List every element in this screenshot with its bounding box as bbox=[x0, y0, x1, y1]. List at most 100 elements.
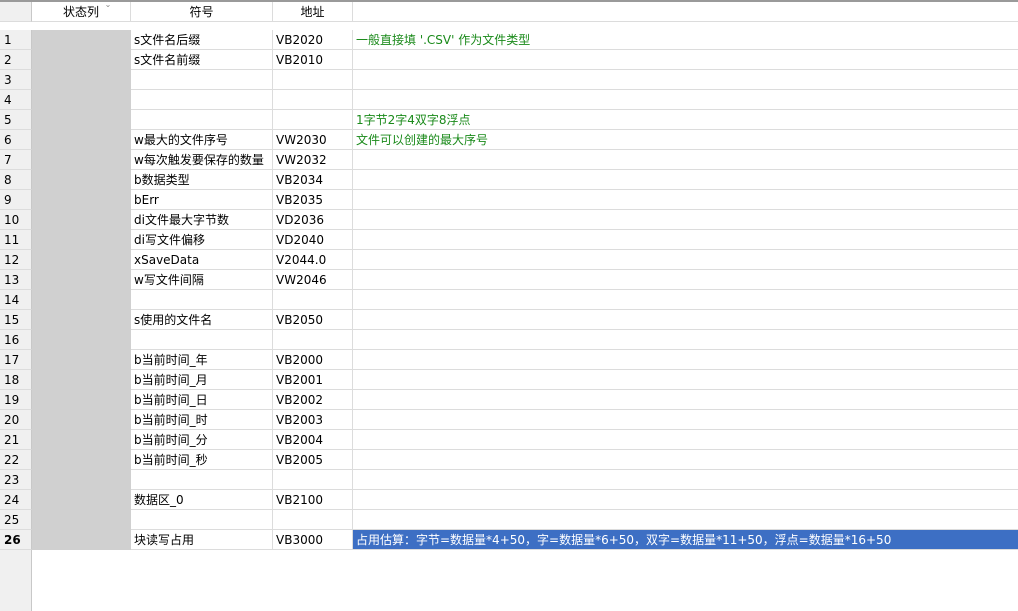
table-row[interactable]: 26 块读写占用 VB3000 占用估算：字节=数据量*4+50，字=数据量*6+50… bbox=[0, 530, 1018, 550]
symbol-cell[interactable] bbox=[131, 470, 273, 490]
address-cell[interactable]: V2044.0 bbox=[273, 250, 353, 270]
symbol-cell[interactable]: s使用的文件名 bbox=[131, 310, 273, 330]
row-number[interactable]: 11 bbox=[0, 230, 32, 250]
status-cell[interactable] bbox=[32, 70, 131, 90]
table-row[interactable]: 10 di文件最大字节数 VD2036 bbox=[0, 210, 1018, 230]
row-number[interactable]: 15 bbox=[0, 310, 32, 330]
comment-cell[interactable] bbox=[353, 310, 1018, 330]
status-cell[interactable] bbox=[32, 450, 131, 470]
symbol-cell[interactable]: di文件最大字节数 bbox=[131, 210, 273, 230]
symbol-cell[interactable]: di写文件偏移 bbox=[131, 230, 273, 250]
comment-cell[interactable]: 占用估算：字节=数据量*4+50，字=数据量*6+50，双字=数据量*11+50… bbox=[353, 530, 1018, 550]
row-number[interactable]: 10 bbox=[0, 210, 32, 230]
status-cell[interactable] bbox=[32, 350, 131, 370]
row-number[interactable]: 6 bbox=[0, 130, 32, 150]
comment-cell[interactable] bbox=[353, 270, 1018, 290]
status-cell[interactable] bbox=[32, 110, 131, 130]
row-number[interactable]: 14 bbox=[0, 290, 32, 310]
table-row[interactable]: 22 b当前时间_秒 VB2005 bbox=[0, 450, 1018, 470]
header-corner[interactable] bbox=[0, 2, 32, 22]
table-row[interactable]: 18 b当前时间_月 VB2001 bbox=[0, 370, 1018, 390]
row-number[interactable]: 26 bbox=[0, 530, 32, 550]
comment-cell[interactable] bbox=[353, 250, 1018, 270]
comment-cell[interactable] bbox=[353, 350, 1018, 370]
symbol-cell[interactable]: s文件名后缀 bbox=[131, 30, 273, 50]
address-cell[interactable]: VB2004 bbox=[273, 430, 353, 450]
address-cell[interactable]: VB2002 bbox=[273, 390, 353, 410]
symbol-cell[interactable] bbox=[131, 290, 273, 310]
row-number[interactable]: 8 bbox=[0, 170, 32, 190]
address-cell[interactable]: VB3000 bbox=[273, 530, 353, 550]
comment-cell[interactable] bbox=[353, 230, 1018, 250]
symbol-cell[interactable] bbox=[131, 90, 273, 110]
row-number[interactable]: 4 bbox=[0, 90, 32, 110]
row-number[interactable]: 22 bbox=[0, 450, 32, 470]
row-number[interactable]: 7 bbox=[0, 150, 32, 170]
status-cell[interactable] bbox=[32, 290, 131, 310]
symbol-cell[interactable]: s文件名前缀 bbox=[131, 50, 273, 70]
address-cell[interactable] bbox=[273, 90, 353, 110]
symbol-cell[interactable]: b数据类型 bbox=[131, 170, 273, 190]
header-symbol-column[interactable]: 符号 bbox=[131, 2, 273, 22]
row-number[interactable]: 9 bbox=[0, 190, 32, 210]
row-number[interactable]: 23 bbox=[0, 470, 32, 490]
symbol-cell[interactable]: b当前时间_日 bbox=[131, 390, 273, 410]
symbol-cell[interactable] bbox=[131, 110, 273, 130]
symbol-cell[interactable] bbox=[131, 510, 273, 530]
table-row[interactable]: 3 bbox=[0, 70, 1018, 90]
comment-cell[interactable] bbox=[353, 190, 1018, 210]
status-cell[interactable] bbox=[32, 150, 131, 170]
symbol-cell[interactable] bbox=[131, 330, 273, 350]
address-cell[interactable]: VW2032 bbox=[273, 150, 353, 170]
table-row[interactable]: 23 bbox=[0, 470, 1018, 490]
address-cell[interactable]: VB2100 bbox=[273, 490, 353, 510]
table-row[interactable]: 15 s使用的文件名 VB2050 bbox=[0, 310, 1018, 330]
table-row[interactable]: 5 1字节2字4双字8浮点 bbox=[0, 110, 1018, 130]
row-number[interactable]: 17 bbox=[0, 350, 32, 370]
comment-cell[interactable] bbox=[353, 170, 1018, 190]
table-row[interactable]: 20 b当前时间_时 VB2003 bbox=[0, 410, 1018, 430]
row-number[interactable]: 2 bbox=[0, 50, 32, 70]
address-cell[interactable]: VD2040 bbox=[273, 230, 353, 250]
symbol-cell[interactable]: xSaveData bbox=[131, 250, 273, 270]
status-cell[interactable] bbox=[32, 270, 131, 290]
table-row[interactable]: 21 b当前时间_分 VB2004 bbox=[0, 430, 1018, 450]
comment-cell[interactable] bbox=[353, 510, 1018, 530]
address-cell[interactable]: VB2035 bbox=[273, 190, 353, 210]
comment-cell[interactable]: 一般直接填 '.CSV' 作为文件类型 bbox=[353, 30, 1018, 50]
symbol-cell[interactable]: b当前时间_时 bbox=[131, 410, 273, 430]
comment-cell[interactable] bbox=[353, 430, 1018, 450]
status-cell[interactable] bbox=[32, 330, 131, 350]
symbol-cell[interactable]: 数据区_0 bbox=[131, 490, 273, 510]
comment-cell[interactable] bbox=[353, 50, 1018, 70]
address-cell[interactable]: VB2010 bbox=[273, 50, 353, 70]
address-cell[interactable]: VB2034 bbox=[273, 170, 353, 190]
comment-cell[interactable] bbox=[353, 330, 1018, 350]
status-cell[interactable] bbox=[32, 370, 131, 390]
table-row[interactable]: 7 w每次触发要保存的数量 VW2032 bbox=[0, 150, 1018, 170]
table-row[interactable]: 6 w最大的文件序号 VW2030 文件可以创建的最大序号 bbox=[0, 130, 1018, 150]
status-cell[interactable] bbox=[32, 510, 131, 530]
comment-cell[interactable] bbox=[353, 150, 1018, 170]
status-cell[interactable] bbox=[32, 170, 131, 190]
header-comment-column[interactable] bbox=[353, 2, 1018, 22]
status-cell[interactable] bbox=[32, 490, 131, 510]
row-number[interactable]: 25 bbox=[0, 510, 32, 530]
status-cell[interactable] bbox=[32, 210, 131, 230]
comment-cell[interactable] bbox=[353, 90, 1018, 110]
status-cell[interactable] bbox=[32, 390, 131, 410]
symbol-cell[interactable]: b当前时间_月 bbox=[131, 370, 273, 390]
comment-cell[interactable]: 1字节2字4双字8浮点 bbox=[353, 110, 1018, 130]
address-cell[interactable]: VW2030 bbox=[273, 130, 353, 150]
comment-cell[interactable] bbox=[353, 490, 1018, 510]
address-cell[interactable]: VB2000 bbox=[273, 350, 353, 370]
address-cell[interactable]: VB2050 bbox=[273, 310, 353, 330]
status-cell[interactable] bbox=[32, 250, 131, 270]
address-cell[interactable]: VD2036 bbox=[273, 210, 353, 230]
status-cell[interactable] bbox=[32, 530, 131, 550]
table-row[interactable]: 2 s文件名前缀 VB2010 bbox=[0, 50, 1018, 70]
status-cell[interactable] bbox=[32, 190, 131, 210]
symbol-cell[interactable]: w每次触发要保存的数量 bbox=[131, 150, 273, 170]
comment-cell[interactable] bbox=[353, 390, 1018, 410]
header-status-column[interactable]: 状态列 bbox=[32, 2, 131, 22]
